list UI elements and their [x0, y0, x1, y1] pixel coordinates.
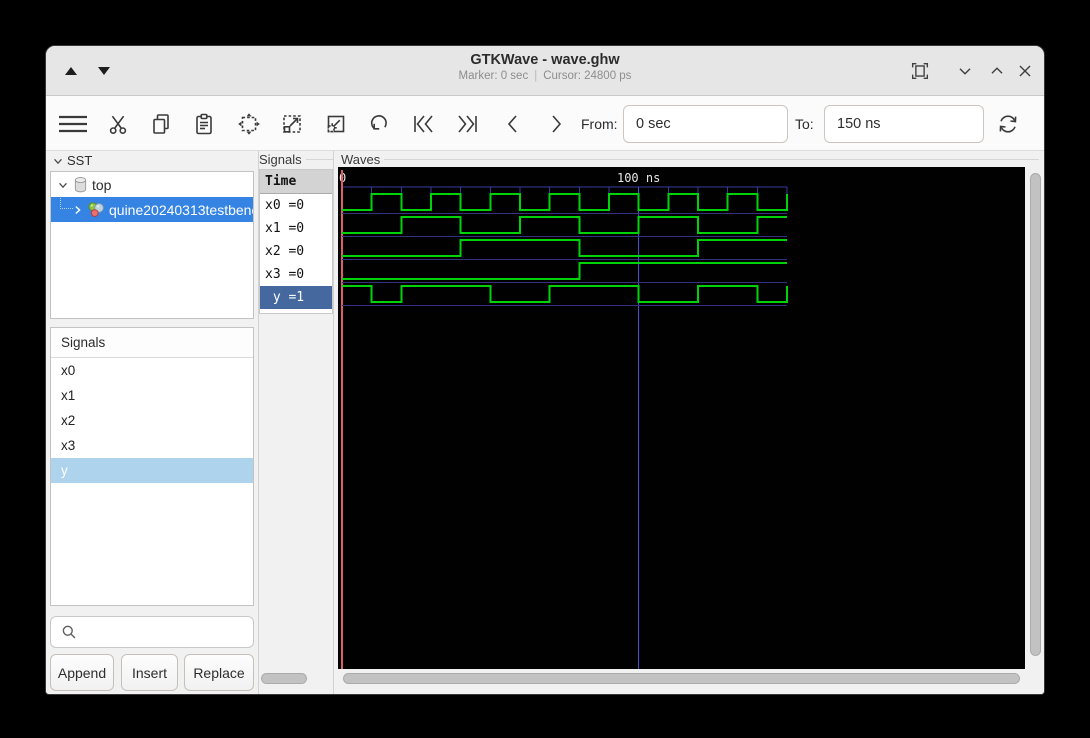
gtkwave-window: GTKWave - wave.ghw Marker: 0 sec | Cursor:… — [45, 45, 1045, 695]
cut-button[interactable] — [99, 105, 137, 143]
menu-button[interactable] — [54, 105, 92, 143]
waves-frame-label: Waves — [341, 152, 1039, 167]
list-item-x2[interactable]: x2 — [51, 408, 253, 433]
waveform-svg: 0100 ns — [339, 170, 788, 669]
tree-item-label: quine20240313testbench — [109, 201, 253, 218]
list-item-x1[interactable]: x1 — [51, 383, 253, 408]
waves-v-scrollbar[interactable] — [1030, 173, 1041, 656]
insert-button[interactable]: Insert — [121, 654, 178, 691]
expander-icon[interactable] — [55, 177, 71, 193]
signals-frame-label: Signals — [259, 152, 333, 167]
undo-icon — [370, 115, 387, 130]
minimize-button[interactable] — [953, 59, 977, 83]
fit-window-button[interactable] — [908, 59, 932, 83]
reload-button[interactable] — [989, 105, 1027, 143]
signal-row-y[interactable]: y =1 — [260, 286, 332, 309]
list-item-y[interactable]: y — [51, 458, 253, 483]
shift-right-button[interactable] — [537, 105, 575, 143]
list-item-x3[interactable]: x3 — [51, 433, 253, 458]
replace-button[interactable]: Replace — [184, 654, 254, 691]
zoom-out-icon — [327, 115, 345, 133]
fit-window-icon — [911, 62, 929, 80]
signal-row-x3[interactable]: x3 =0 — [260, 263, 332, 286]
marker-status: Marker: 0 sec — [458, 70, 529, 82]
chevron-left-icon — [507, 115, 517, 133]
main-content: SST top quine20240313testbench Signals x… — [46, 151, 1044, 694]
sst-label: SST — [67, 153, 93, 168]
undo-button[interactable] — [360, 105, 398, 143]
from-label: From: — [581, 116, 618, 132]
module-cylinder-icon — [73, 176, 88, 194]
go-to-end-button[interactable] — [448, 105, 486, 143]
from-input[interactable] — [623, 105, 788, 143]
zoom-out-button[interactable] — [317, 105, 355, 143]
close-icon — [1019, 65, 1031, 77]
zoom-in-icon — [283, 115, 301, 133]
title-block: GTKWave - wave.ghw Marker: 0 sec | Cursor:… — [46, 52, 1044, 82]
waveform-canvas[interactable]: 0100 ns — [338, 167, 1025, 669]
chevron-right-icon — [552, 115, 562, 133]
skip-to-start-icon — [414, 115, 433, 133]
zoom-fit-icon — [238, 113, 260, 135]
paste-icon — [196, 113, 212, 135]
signal-row-x1[interactable]: x1 =0 — [260, 217, 332, 240]
cursor-status: Cursor: 24800 ps — [543, 70, 632, 82]
signal-search-list: Signals x0 x1 x2 x3 y — [50, 327, 254, 606]
zoom-in-button[interactable] — [273, 105, 311, 143]
status-divider: | — [534, 70, 538, 82]
waves-h-scrollbar[interactable] — [343, 673, 1020, 684]
toolbar: From: To: — [46, 96, 1044, 151]
search-icon — [62, 625, 76, 639]
reload-icon — [999, 115, 1017, 133]
sst-tree: top quine20240313testbench — [50, 171, 254, 319]
tree-item-label: top — [92, 176, 112, 193]
maximize-button[interactable] — [985, 59, 1009, 83]
cut-icon — [109, 115, 127, 134]
entity-spheres-icon — [87, 201, 105, 219]
signal-row-x2[interactable]: x2 =0 — [260, 240, 332, 263]
sst-header: SST — [52, 153, 92, 168]
list-item-x0[interactable]: x0 — [51, 358, 253, 383]
window-title: GTKWave - wave.ghw — [470, 52, 620, 68]
signal-list-header: Signals — [51, 328, 253, 358]
time-header[interactable]: Time — [260, 170, 332, 194]
signal-row-x0[interactable]: x0 =0 — [260, 194, 332, 217]
tree-item-top[interactable]: top — [51, 172, 253, 197]
close-button[interactable] — [1013, 59, 1037, 83]
screen-background: GTKWave - wave.ghw Marker: 0 sec | Cursor:… — [0, 0, 1090, 738]
chevron-down-icon — [959, 68, 971, 75]
svg-text:100 ns: 100 ns — [617, 171, 660, 185]
to-label: To: — [795, 116, 814, 132]
tree-guide-line — [60, 197, 73, 209]
waves-frame-text: Waves — [341, 152, 381, 167]
signal-search-field[interactable] — [50, 616, 254, 648]
shift-left-button[interactable] — [494, 105, 532, 143]
splitter-right[interactable] — [333, 151, 334, 694]
frame-line — [305, 159, 333, 160]
paste-button[interactable] — [185, 105, 223, 143]
signals-h-scrollbar[interactable] — [261, 673, 307, 684]
to-input[interactable] — [824, 105, 984, 143]
go-to-start-button[interactable] — [405, 105, 443, 143]
zoom-fit-button[interactable] — [230, 105, 268, 143]
skip-to-end-icon — [458, 115, 477, 133]
titlebar: GTKWave - wave.ghw Marker: 0 sec | Cursor:… — [46, 46, 1044, 96]
copy-button[interactable] — [142, 105, 180, 143]
frame-line — [384, 159, 1039, 160]
signal-name-panel: Time x0 =0 x1 =0 x2 =0 x3 =0 y =1 — [259, 169, 333, 314]
signals-frame-text: Signals — [259, 152, 302, 167]
chevron-down-icon — [54, 158, 62, 164]
status-subtitle: Marker: 0 sec | Cursor: 24800 ps — [46, 70, 1044, 82]
tree-item-testbench[interactable]: quine20240313testbench — [51, 197, 253, 222]
hamburger-menu-icon — [59, 115, 87, 133]
copy-icon — [153, 114, 169, 134]
append-button[interactable]: Append — [50, 654, 114, 691]
chevron-up-icon — [991, 67, 1003, 74]
